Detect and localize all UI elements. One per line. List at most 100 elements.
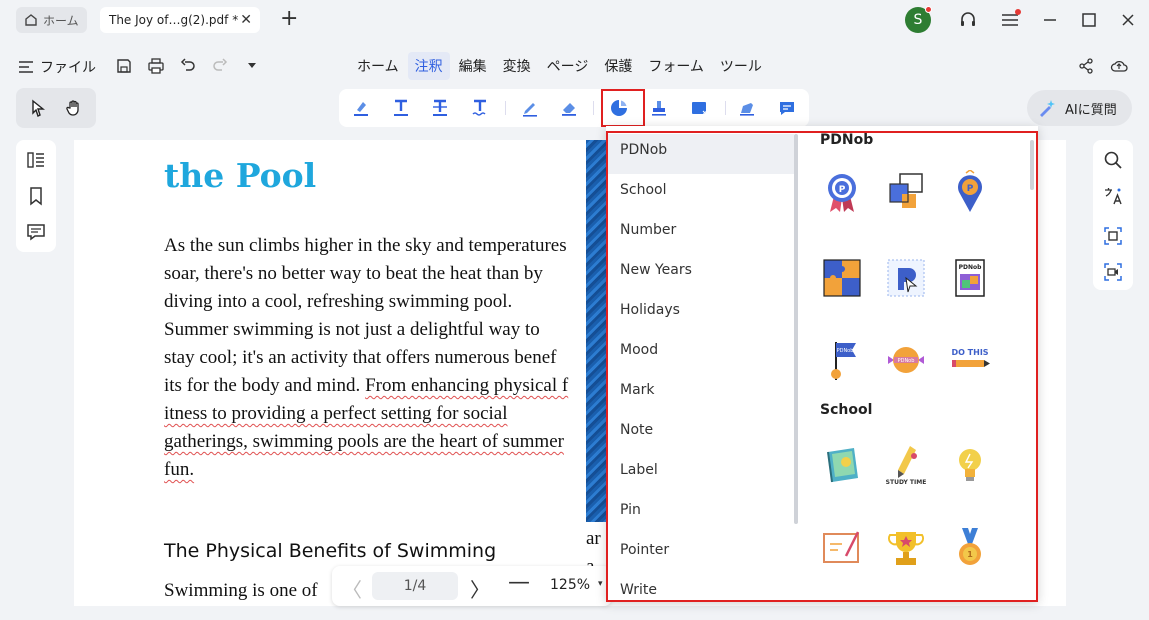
notebook-sticker[interactable]	[820, 444, 864, 488]
comments-icon[interactable]	[26, 222, 46, 242]
location-pin-sticker[interactable]: P	[948, 170, 992, 214]
document-heading: The Physical Benefits of Swimming	[164, 540, 497, 562]
ai-sparkle-icon	[1040, 100, 1055, 117]
lightbulb-sticker[interactable]	[948, 444, 992, 488]
zoom-level[interactable]: 125%	[550, 577, 590, 593]
tab-document[interactable]: The Joy of…g(2).pdf * ✕	[100, 7, 260, 33]
quick-access-dropdown-icon[interactable]	[242, 56, 262, 76]
document-paragraph: As the sun climbs higher in the sky and …	[164, 232, 574, 484]
close-window-icon[interactable]	[1116, 8, 1140, 32]
page-number-input[interactable]: 1/4	[372, 572, 458, 600]
toolbar-divider	[505, 101, 506, 115]
document-title: the Pool	[164, 156, 317, 195]
pdnob-book-sticker[interactable]: PDNob	[948, 256, 992, 300]
next-page-button[interactable]: 〉	[470, 574, 490, 603]
category-scrollbar[interactable]	[794, 134, 798, 524]
sticker-category-pdnob[interactable]: PDNob	[608, 134, 794, 174]
shape-rectangle-icon[interactable]	[689, 98, 709, 118]
squiggly-text-icon[interactable]	[470, 98, 490, 118]
previous-page-button[interactable]: 〈	[342, 574, 362, 603]
menu-tab-form[interactable]: フォーム	[641, 52, 711, 80]
sticker-category-note[interactable]: Note	[608, 414, 794, 454]
sticker-panel: PDNob School Number New Years Holidays M…	[606, 126, 1038, 602]
study-time-pencil-sticker[interactable]: STUDY TIME	[884, 444, 928, 488]
avatar[interactable]: S	[905, 6, 932, 33]
menu-tab-edit[interactable]: 編集	[452, 52, 494, 80]
sticker-category-school[interactable]: School	[608, 174, 794, 214]
search-icon[interactable]	[1103, 150, 1123, 170]
maximize-icon[interactable]	[1077, 8, 1101, 32]
translate-icon[interactable]	[1103, 186, 1123, 206]
print-icon[interactable]	[146, 56, 166, 76]
menu-tab-tools[interactable]: ツール	[713, 52, 769, 80]
cloud-icon[interactable]	[1109, 56, 1129, 76]
sticker-category-pointer[interactable]: Pointer	[608, 534, 794, 574]
pen-icon[interactable]	[520, 98, 540, 118]
save-icon[interactable]	[114, 56, 134, 76]
sticker-category-number[interactable]: Number	[608, 214, 794, 254]
strikethrough-icon[interactable]	[430, 98, 450, 118]
right-sidebar	[1093, 140, 1133, 290]
zoom-dropdown-icon[interactable]: ▾	[598, 579, 603, 589]
left-sidebar	[16, 140, 56, 252]
paragraph-text: As the sun climbs higher in the sky and …	[164, 235, 567, 396]
highlight-icon[interactable]	[351, 98, 371, 118]
sun-badge-sticker[interactable]: PDNob	[884, 338, 928, 382]
pdnob-logo-sticker[interactable]	[884, 256, 928, 300]
zoom-out-button[interactable]: —	[508, 570, 530, 595]
svg-text:DO THIS: DO THIS	[951, 348, 988, 357]
text-box-icon[interactable]	[737, 98, 757, 118]
sticker-category-label[interactable]: Label	[608, 454, 794, 494]
menu-tab-convert[interactable]: 変換	[496, 52, 538, 80]
redo-icon[interactable]	[210, 56, 230, 76]
sticker-category-write[interactable]: Write	[608, 574, 794, 614]
minimize-icon[interactable]	[1038, 8, 1062, 32]
headset-icon[interactable]	[956, 8, 980, 32]
ocr-scan-icon[interactable]	[1103, 226, 1123, 246]
svg-text:P: P	[839, 185, 846, 195]
stamp-icon[interactable]	[649, 98, 669, 118]
document-text-fragment: ar	[586, 528, 601, 549]
sticker-category-mood[interactable]: Mood	[608, 334, 794, 374]
select-cursor-icon[interactable]	[28, 98, 48, 118]
hand-tool-icon[interactable]	[64, 98, 84, 118]
menu-tab-page[interactable]: ページ	[540, 52, 596, 80]
new-tab-button[interactable]: +	[280, 7, 298, 31]
puzzle-sticker[interactable]	[820, 256, 864, 300]
undo-icon[interactable]	[178, 56, 198, 76]
trophy-sticker[interactable]	[884, 526, 928, 570]
flag-sticker[interactable]: PDNob	[820, 338, 864, 382]
bookmark-icon[interactable]	[26, 186, 46, 206]
underline-text-icon[interactable]	[391, 98, 411, 118]
ask-ai-button[interactable]: AIに質問	[1027, 90, 1132, 126]
menu-tab-home[interactable]: ホーム	[350, 52, 406, 80]
comment-icon[interactable]	[777, 98, 797, 118]
sticker-category-mark[interactable]: Mark	[608, 374, 794, 414]
medal-sticker[interactable]: 1	[948, 526, 992, 570]
svg-text:STUDY TIME: STUDY TIME	[886, 479, 927, 486]
sticker-category-holidays[interactable]: Holidays	[608, 294, 794, 334]
tab-document-label: The Joy of…g(2).pdf *	[109, 13, 239, 27]
share-icon[interactable]	[1076, 56, 1096, 76]
menu-tab-annotate[interactable]: 注釈	[407, 52, 450, 80]
eraser-icon[interactable]	[559, 98, 579, 118]
sticker-group-title: School	[820, 402, 873, 418]
menu-tab-protect[interactable]: 保護	[597, 52, 639, 80]
menu-icon[interactable]	[998, 8, 1022, 32]
whiteboard-sticker[interactable]	[820, 526, 864, 570]
svg-text:PDNob: PDNob	[837, 348, 854, 354]
thumbnails-icon[interactable]	[26, 150, 46, 170]
tab-home[interactable]: ホーム	[16, 7, 87, 33]
crop-frame-sticker[interactable]	[884, 170, 928, 214]
do-this-sticker[interactable]: DO THIS	[948, 338, 992, 382]
screen-record-icon[interactable]	[1103, 262, 1123, 282]
cursor-tools	[16, 88, 96, 128]
sticker-category-pin[interactable]: Pin	[608, 494, 794, 534]
pool-water-image	[586, 140, 606, 522]
sticker-category-new-years[interactable]: New Years	[608, 254, 794, 294]
award-ribbon-sticker[interactable]: P	[820, 170, 864, 214]
close-tab-icon[interactable]: ✕	[240, 12, 252, 28]
file-menu-button[interactable]: ファイル	[18, 57, 96, 77]
svg-text:PDNob: PDNob	[959, 264, 983, 271]
sticker-grid-scrollbar[interactable]	[1030, 140, 1034, 190]
